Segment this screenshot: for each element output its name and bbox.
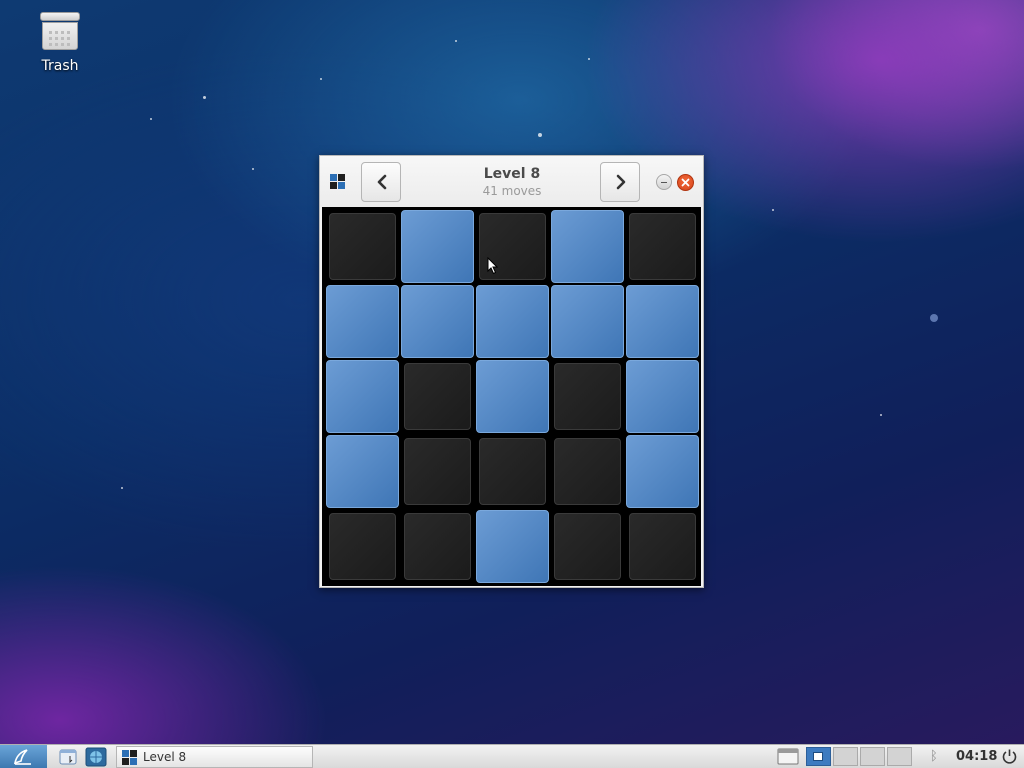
light-tile-r4-c4-off[interactable] (554, 438, 621, 505)
minimize-button[interactable] (656, 174, 672, 190)
close-button[interactable] (677, 174, 694, 191)
light-tile-r4-c5-on[interactable] (626, 435, 699, 508)
light-tile-r4-c1-on[interactable] (326, 435, 399, 508)
mouse-pointer-icon (487, 257, 499, 275)
light-tile-r3-c3-on[interactable] (476, 360, 549, 433)
file-manager-launcher[interactable] (58, 747, 78, 766)
light-tile-r3-c2-off[interactable] (404, 363, 471, 430)
desktop-icon-label: Trash (41, 58, 79, 74)
bluetooth-icon[interactable]: ᛒ (930, 749, 938, 764)
light-tile-r3-c1-on[interactable] (326, 360, 399, 433)
game-board (322, 207, 701, 586)
next-level-button[interactable] (600, 162, 640, 202)
move-counter: 41 moves (482, 184, 542, 198)
chevron-left-icon (377, 174, 387, 190)
power-icon[interactable] (1001, 748, 1018, 765)
light-tile-r4-c2-off[interactable] (404, 438, 471, 505)
workspace-1[interactable] (806, 747, 831, 766)
light-tile-r3-c5-on[interactable] (626, 360, 699, 433)
clock[interactable]: 04:18 (956, 749, 997, 764)
light-tile-r5-c1-off[interactable] (329, 513, 396, 580)
light-tile-r2-c3-on[interactable] (476, 285, 549, 358)
lxde-start-icon (13, 749, 31, 765)
workspace-3[interactable] (860, 747, 885, 766)
chevron-right-icon (616, 174, 626, 190)
titlebar: Level 8 41 moves (320, 156, 703, 207)
light-tile-r1-c5-off[interactable] (629, 213, 696, 280)
light-tile-r2-c2-on[interactable] (401, 285, 474, 358)
desktop-icon-trash[interactable]: Trash (30, 10, 90, 74)
light-tile-r5-c3-on[interactable] (476, 510, 549, 583)
lights-off-app-icon[interactable] (330, 174, 346, 190)
light-tile-r1-c2-on[interactable] (401, 210, 474, 283)
light-tile-r2-c5-on[interactable] (626, 285, 699, 358)
light-tile-r1-c4-on[interactable] (551, 210, 624, 283)
light-tile-r2-c4-on[interactable] (551, 285, 624, 358)
task-label: Level 8 (143, 750, 187, 764)
browser-icon (85, 747, 107, 767)
light-tile-r2-c1-on[interactable] (326, 285, 399, 358)
browser-launcher[interactable] (85, 747, 107, 767)
close-icon (681, 178, 690, 187)
show-desktop-icon (777, 748, 799, 765)
lights-off-app-icon (122, 750, 138, 766)
taskbar: Level 8 ᛒ 04:18 (0, 744, 1024, 768)
light-tile-r3-c4-off[interactable] (554, 363, 621, 430)
taskbar-window-level-8[interactable]: Level 8 (116, 746, 313, 768)
show-desktop-button[interactable] (777, 747, 799, 766)
light-tile-r5-c4-off[interactable] (554, 513, 621, 580)
light-tile-r5-c2-off[interactable] (404, 513, 471, 580)
game-window: Level 8 41 moves (319, 155, 704, 588)
light-tile-r5-c5-off[interactable] (629, 513, 696, 580)
window-title: Level 8 (483, 166, 541, 182)
light-tile-r1-c1-off[interactable] (329, 213, 396, 280)
workspace-4[interactable] (887, 747, 912, 766)
start-menu-button[interactable] (0, 745, 47, 768)
file-manager-icon (59, 749, 77, 765)
trash-icon (40, 10, 80, 52)
light-tile-r4-c3-off[interactable] (479, 438, 546, 505)
previous-level-button[interactable] (361, 162, 401, 202)
workspace-2[interactable] (833, 747, 858, 766)
